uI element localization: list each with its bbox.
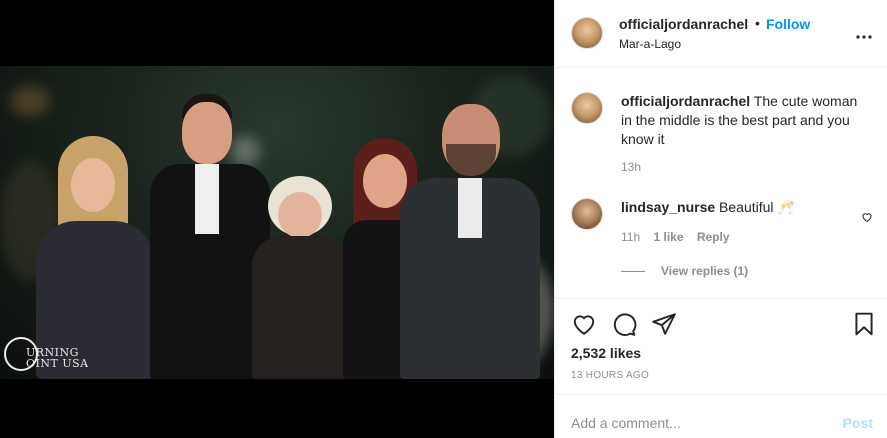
post-actions: 2,532 likes 13 HOURS AGO: [555, 299, 887, 395]
comment-meta: 11h 1 like Reply: [621, 230, 730, 244]
bookmark-icon[interactable]: [851, 311, 877, 337]
post-timestamp: 13 HOURS AGO: [571, 370, 650, 381]
share-icon[interactable]: [651, 311, 677, 337]
comment-time[interactable]: 11h: [621, 230, 640, 244]
comment-input[interactable]: Add a comment...: [571, 415, 681, 431]
follow-button[interactable]: Follow: [766, 16, 810, 32]
comment-icon[interactable]: [611, 311, 637, 337]
avatar[interactable]: [571, 17, 603, 49]
comment: lindsay_nurse Beautiful 🥂: [621, 198, 871, 217]
heart-icon[interactable]: [571, 311, 597, 337]
add-comment-bar: Add a comment... Post: [555, 395, 887, 438]
comments-list: officialjordanrachel The cute woman in t…: [555, 68, 887, 299]
photo-pane: URNING OINT USA: [0, 0, 554, 438]
location-link[interactable]: Mar-a-Lago: [619, 37, 681, 51]
post-comment-button[interactable]: Post: [843, 415, 873, 431]
caption-avatar[interactable]: [571, 92, 603, 124]
comment-reply-button[interactable]: Reply: [697, 230, 730, 244]
person-man-right: [400, 104, 540, 379]
person-woman-left: [28, 136, 158, 379]
like-comment-heart-icon[interactable]: [861, 210, 873, 223]
caption: officialjordanrachel The cute woman in t…: [621, 92, 871, 149]
view-replies-button[interactable]: View replies (1): [661, 264, 748, 278]
comment-likes[interactable]: 1 like: [653, 230, 683, 244]
more-horizontal-icon[interactable]: [855, 30, 873, 40]
comment-text: Beautiful 🥂: [719, 199, 795, 215]
post-photo[interactable]: URNING OINT USA: [0, 66, 554, 379]
likes-count[interactable]: 2,532 likes: [571, 345, 641, 361]
post-header: officialjordanrachel • Follow Mar-a-Lago: [555, 0, 887, 68]
caption-username[interactable]: officialjordanrachel: [621, 93, 750, 109]
watermark-line2: OINT USA: [26, 357, 89, 370]
header-separator: •: [755, 15, 760, 31]
comment-avatar[interactable]: [571, 198, 603, 230]
header-username[interactable]: officialjordanrachel: [619, 16, 748, 32]
post-side-panel: officialjordanrachel • Follow Mar-a-Lago…: [554, 0, 887, 438]
caption-time[interactable]: 13h: [621, 160, 641, 174]
view-replies-line: [621, 271, 645, 272]
comment-username[interactable]: lindsay_nurse: [621, 199, 715, 215]
